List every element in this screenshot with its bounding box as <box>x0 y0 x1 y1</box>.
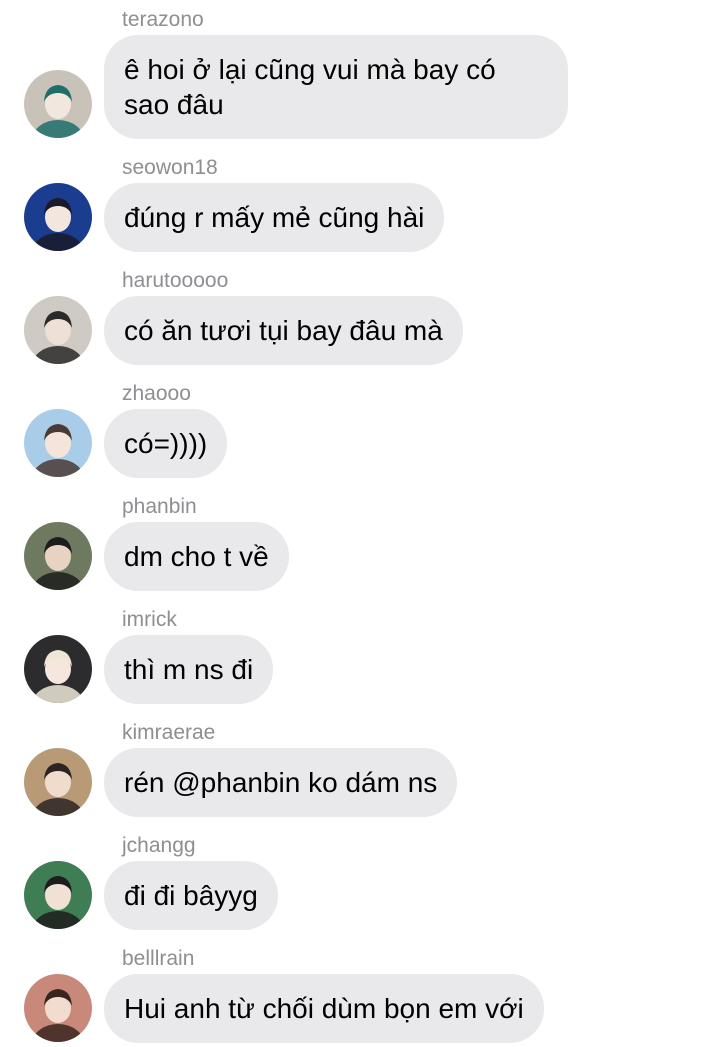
message-bubble[interactable]: thì m ns đi <box>104 635 274 704</box>
message-bubble[interactable]: Hui anh từ chối dùm bọn em với <box>104 974 544 1043</box>
user-avatar-icon[interactable] <box>24 748 92 816</box>
message-bubble[interactable]: có ăn tươi tụi bay đâu mà <box>104 296 463 365</box>
user-avatar-icon[interactable] <box>24 70 92 138</box>
sender-name: imrick <box>122 608 177 631</box>
user-avatar-icon[interactable] <box>24 183 92 251</box>
sender-name: phanbin <box>122 495 197 518</box>
user-avatar-icon[interactable] <box>24 635 92 703</box>
message-bubble[interactable]: rén @phanbin ko dám ns <box>104 748 458 817</box>
user-avatar-icon[interactable] <box>24 974 92 1042</box>
user-avatar-icon[interactable] <box>24 409 92 477</box>
sender-name: seowon18 <box>122 156 218 179</box>
message-bubble[interactable]: dm cho t về <box>104 522 289 591</box>
message-bubble[interactable]: có=)))) <box>104 409 228 478</box>
sender-name: zhaooo <box>122 382 191 405</box>
message-bubble[interactable]: đúng r mấy mẻ cũng hài <box>104 183 445 252</box>
sender-name: terazono <box>122 8 204 31</box>
user-avatar-icon[interactable] <box>24 522 92 590</box>
sender-name: harutooooo <box>122 269 229 292</box>
sender-name: belllrain <box>122 947 195 970</box>
sender-name: jchangg <box>122 834 196 857</box>
user-avatar-icon[interactable] <box>24 296 92 364</box>
message-bubble[interactable]: đi đi bâyyg <box>104 861 278 930</box>
sender-name: kimraerae <box>122 721 216 744</box>
message-bubble[interactable]: ê hoi ở lại cũng vui mà bay có sao đâu <box>104 35 568 139</box>
user-avatar-icon[interactable] <box>24 861 92 929</box>
